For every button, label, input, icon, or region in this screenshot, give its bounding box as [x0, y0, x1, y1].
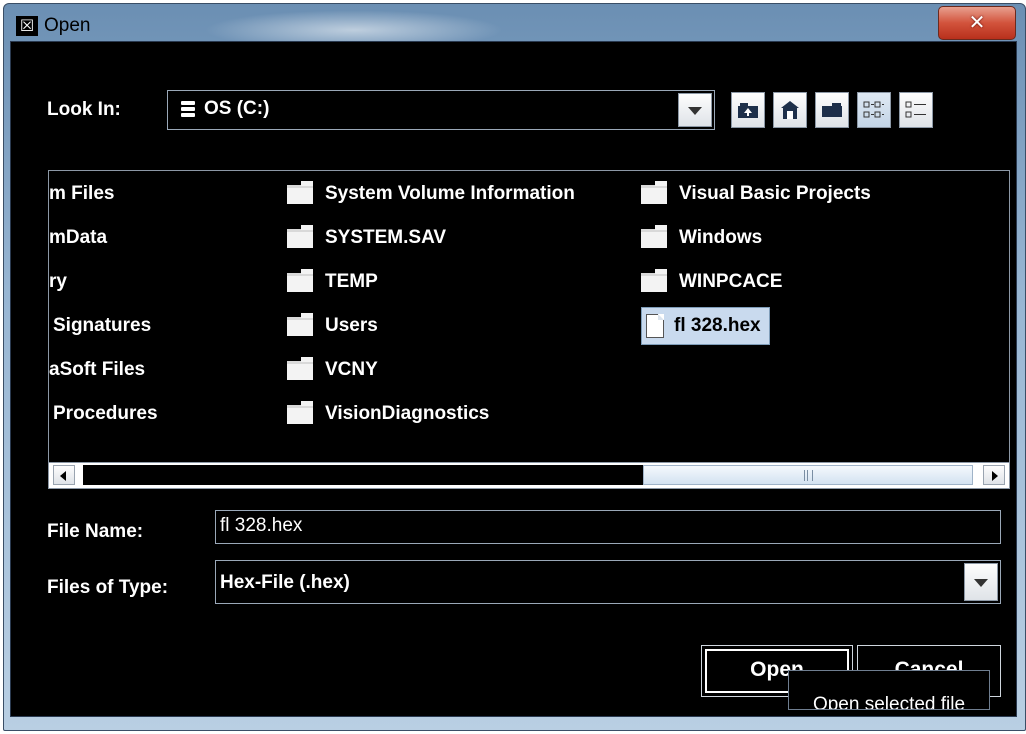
list-item-selected[interactable]: fl 328.hex — [641, 307, 770, 345]
list-item[interactable]: Users — [287, 309, 378, 343]
scroll-thumb[interactable] — [643, 465, 973, 485]
folder-icon — [287, 400, 313, 424]
list-item[interactable]: ry — [49, 265, 67, 299]
file-name-input[interactable]: fl 328.hex — [215, 510, 1001, 544]
folder-icon — [287, 356, 313, 380]
folder-icon — [641, 268, 667, 292]
home-icon — [781, 101, 799, 119]
drive-icon — [180, 100, 196, 118]
new-folder-button[interactable] — [815, 92, 849, 128]
open-dialog: Look In: OS (C:) m Files mData ry Signat… — [10, 41, 1017, 717]
folder-icon — [287, 312, 313, 336]
folder-icon — [641, 224, 667, 248]
new-folder-icon — [822, 103, 842, 117]
look-in-label: Look In: — [47, 99, 121, 120]
list-item[interactable]: mData — [49, 221, 107, 255]
window-title: Open — [44, 15, 91, 36]
list-item[interactable]: Procedures — [53, 397, 158, 431]
file-type-dropdown-button[interactable] — [964, 563, 998, 601]
list-item[interactable]: VisionDiagnostics — [287, 397, 489, 431]
list-item[interactable]: TEMP — [287, 265, 378, 299]
scroll-track[interactable] — [83, 465, 643, 485]
look-in-combo[interactable]: OS (C:) — [167, 90, 715, 130]
details-view-button[interactable] — [899, 92, 933, 128]
java-app-icon: ☒ — [16, 16, 38, 36]
list-item[interactable]: SYSTEM.SAV — [287, 221, 446, 255]
file-name-label: File Name: — [47, 521, 144, 542]
home-button[interactable] — [773, 92, 807, 128]
list-item[interactable]: Visual Basic Projects — [641, 177, 871, 211]
file-icon — [646, 314, 664, 338]
list-item[interactable]: VCNY — [287, 353, 378, 387]
list-item[interactable]: m Files — [49, 177, 114, 211]
close-button[interactable]: ✕ — [938, 6, 1016, 40]
scroll-right-button[interactable] — [983, 465, 1005, 485]
folder-icon — [287, 224, 313, 248]
folder-icon — [641, 180, 667, 204]
folder-icon — [287, 180, 313, 204]
list-item[interactable]: Signatures — [53, 309, 151, 343]
details-view-icon — [905, 101, 926, 118]
look-in-value: OS (C:) — [204, 98, 270, 119]
file-type-combo[interactable]: Hex-File (.hex) — [215, 560, 1001, 604]
list-item[interactable]: Windows — [641, 221, 762, 255]
grip-icon — [804, 470, 813, 481]
list-item[interactable]: WINPCACE — [641, 265, 782, 299]
close-icon: ✕ — [968, 10, 986, 34]
look-in-dropdown-button[interactable] — [678, 93, 712, 127]
tooltip: Open selected file — [788, 670, 990, 710]
list-view-icon — [863, 101, 884, 118]
scroll-left-button[interactable] — [53, 465, 75, 485]
up-one-level-icon — [738, 103, 758, 118]
list-view-button[interactable] — [857, 92, 891, 128]
up-one-level-button[interactable] — [731, 92, 765, 128]
list-item[interactable]: System Volume Information — [287, 177, 575, 211]
file-list[interactable]: m Files mData ry Signatures aSoft Files … — [48, 170, 1010, 489]
horizontal-scrollbar[interactable] — [49, 462, 1009, 488]
list-item[interactable]: aSoft Files — [49, 353, 145, 387]
file-type-label: Files of Type: — [47, 577, 169, 598]
folder-icon — [287, 268, 313, 292]
